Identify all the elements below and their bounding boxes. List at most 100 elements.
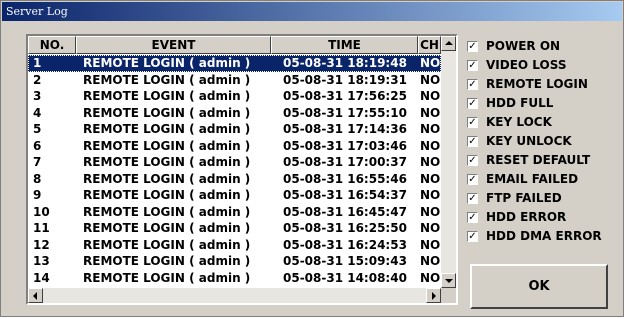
row-time: 05-08-31 17:03:46 — [283, 138, 407, 153]
row-time: 05-08-31 17:55:10 — [283, 105, 407, 120]
log-rows: 1 REMOTE LOGIN ( admin ) 05-08-31 18:19:48… — [28, 55, 441, 286]
row-time: 05-08-31 16:54:37 — [283, 188, 407, 202]
table-row[interactable]: 9 REMOTE LOGIN ( admin ) 05-08-31 16:54:37… — [28, 187, 441, 204]
row-number: 4 — [33, 105, 42, 120]
row-channel: NO — [420, 72, 441, 87]
filter-checkbox[interactable]: ✓ HDD DMA ERROR — [467, 228, 617, 247]
row-event: REMOTE LOGIN ( admin ) — [83, 270, 251, 285]
row-number: 7 — [33, 155, 42, 169]
filter-checkbox[interactable]: ✓ KEY UNLOCK — [467, 133, 617, 152]
filter-checkbox[interactable]: ✓ VIDEO LOSS — [467, 57, 617, 76]
row-time: 05-08-31 17:14:36 — [283, 122, 407, 136]
checkbox-box[interactable]: ✓ — [467, 79, 478, 90]
table-row[interactable]: 13 REMOTE LOGIN ( admin ) 05-08-31 15:09:4… — [28, 253, 441, 270]
filter-label: HDD DMA ERROR — [486, 229, 602, 243]
checkbox-box[interactable]: ✓ — [467, 117, 478, 128]
row-time: 05-08-31 14:08:40 — [283, 270, 407, 285]
filter-checkbox[interactable]: ✓ HDD FULL — [467, 95, 617, 114]
filter-checkbox[interactable]: ✓ RESET DEFAULT — [467, 152, 617, 171]
filter-label: HDD FULL — [486, 96, 554, 110]
table-row[interactable]: 1 REMOTE LOGIN ( admin ) 05-08-31 18:19:48… — [28, 55, 441, 72]
ok-button[interactable]: OK — [470, 264, 608, 309]
table-row[interactable]: 12 REMOTE LOGIN ( admin ) 05-08-31 16:24:5… — [28, 237, 441, 254]
filter-label: REMOTE LOGIN — [486, 77, 588, 91]
row-event: REMOTE LOGIN ( admin ) — [83, 122, 251, 136]
row-time: 05-08-31 15:09:43 — [283, 254, 407, 268]
table-row[interactable]: 3 REMOTE LOGIN ( admin ) 05-08-31 17:56:25… — [28, 88, 441, 105]
row-time: 05-08-31 17:56:25 — [283, 89, 407, 103]
table-row[interactable]: 7 REMOTE LOGIN ( admin ) 05-08-31 17:00:37… — [28, 154, 441, 171]
column-header-no[interactable]: NO. — [28, 36, 76, 54]
checkmark-icon: ✓ — [468, 79, 477, 90]
row-number: 2 — [33, 72, 42, 87]
checkbox-box[interactable]: ✓ — [467, 98, 478, 109]
scroll-left-button[interactable] — [28, 288, 43, 303]
row-channel: NO — [420, 56, 441, 70]
checkmark-icon: ✓ — [468, 231, 477, 242]
filter-label: POWER ON — [486, 39, 561, 53]
filter-checkbox[interactable]: ✓ POWER ON — [467, 38, 617, 57]
row-time: 05-08-31 18:19:31 — [283, 72, 407, 87]
column-header-ch[interactable]: CH — [418, 36, 441, 54]
table-row[interactable]: 4 REMOTE LOGIN ( admin ) 05-08-31 17:55:10… — [28, 105, 441, 122]
row-channel: NO — [420, 138, 441, 153]
checkmark-icon: ✓ — [468, 174, 477, 185]
filter-checkbox[interactable]: ✓ REMOTE LOGIN — [467, 76, 617, 95]
row-channel: NO — [420, 122, 441, 136]
row-channel: NO — [420, 221, 441, 235]
checkmark-icon: ✓ — [468, 41, 477, 52]
scroll-down-button[interactable] — [441, 273, 456, 288]
row-event: REMOTE LOGIN ( admin ) — [83, 171, 251, 186]
checkbox-box[interactable]: ✓ — [467, 231, 478, 242]
checkmark-icon: ✓ — [468, 98, 477, 109]
table-row[interactable]: 6 REMOTE LOGIN ( admin ) 05-08-31 17:03:46… — [28, 138, 441, 155]
checkbox-box[interactable]: ✓ — [467, 60, 478, 71]
row-number: 9 — [33, 188, 42, 202]
checkmark-icon: ✓ — [468, 193, 477, 204]
row-event: REMOTE LOGIN ( admin ) — [83, 105, 251, 120]
checkbox-box[interactable]: ✓ — [467, 136, 478, 147]
checkbox-box[interactable]: ✓ — [467, 41, 478, 52]
vertical-scrollbar[interactable] — [441, 36, 456, 288]
table-row[interactable]: 14 REMOTE LOGIN ( admin ) 05-08-31 14:08:4… — [28, 270, 441, 287]
filter-label: KEY LOCK — [486, 115, 552, 129]
horizontal-scrollbar[interactable] — [28, 288, 441, 303]
checkbox-box[interactable]: ✓ — [467, 174, 478, 185]
column-header-time[interactable]: TIME — [271, 36, 418, 54]
filter-label: HDD ERROR — [486, 210, 567, 224]
filter-label: RESET DEFAULT — [486, 153, 591, 167]
filter-label: VIDEO LOSS — [486, 58, 567, 72]
row-event: REMOTE LOGIN ( admin ) — [83, 204, 251, 219]
filter-checkbox[interactable]: ✓ EMAIL FAILED — [467, 171, 617, 190]
row-number: 14 — [33, 270, 50, 285]
row-event: REMOTE LOGIN ( admin ) — [83, 221, 251, 235]
row-channel: NO — [420, 188, 441, 202]
column-header-event[interactable]: EVENT — [76, 36, 271, 54]
row-event: REMOTE LOGIN ( admin ) — [83, 56, 251, 70]
scroll-up-button[interactable] — [441, 36, 456, 51]
filter-checkbox[interactable]: ✓ FTP FAILED — [467, 190, 617, 209]
row-channel: NO — [420, 171, 441, 186]
table-row[interactable]: 11 REMOTE LOGIN ( admin ) 05-08-31 16:25:5… — [28, 220, 441, 237]
arrow-right-icon — [432, 292, 436, 300]
scroll-right-button[interactable] — [426, 288, 441, 303]
filter-label: FTP FAILED — [486, 191, 562, 205]
checkmark-icon: ✓ — [468, 136, 477, 147]
table-row[interactable]: 5 REMOTE LOGIN ( admin ) 05-08-31 17:14:36… — [28, 121, 441, 138]
checkbox-box[interactable]: ✓ — [467, 212, 478, 223]
row-number: 11 — [33, 221, 50, 235]
server-log-dialog: Server Log NO. EVENT TIME CH 1 REMOTE LOG… — [0, 0, 624, 317]
table-row[interactable]: 2 REMOTE LOGIN ( admin ) 05-08-31 18:19:31… — [28, 72, 441, 89]
checkbox-box[interactable]: ✓ — [467, 155, 478, 166]
filter-checkbox[interactable]: ✓ HDD ERROR — [467, 209, 617, 228]
row-channel: NO — [420, 237, 441, 252]
filter-label: KEY UNLOCK — [486, 134, 572, 148]
row-event: REMOTE LOGIN ( admin ) — [83, 254, 251, 268]
filter-checkbox[interactable]: ✓ KEY LOCK — [467, 114, 617, 133]
table-row[interactable]: 8 REMOTE LOGIN ( admin ) 05-08-31 16:55:46… — [28, 171, 441, 188]
table-row[interactable]: 10 REMOTE LOGIN ( admin ) 05-08-31 16:45:4… — [28, 204, 441, 221]
checkbox-box[interactable]: ✓ — [467, 193, 478, 204]
log-list[interactable]: NO. EVENT TIME CH 1 REMOTE LOGIN ( admin … — [26, 34, 458, 305]
title-bar[interactable]: Server Log — [2, 2, 622, 21]
row-event: REMOTE LOGIN ( admin ) — [83, 155, 251, 169]
